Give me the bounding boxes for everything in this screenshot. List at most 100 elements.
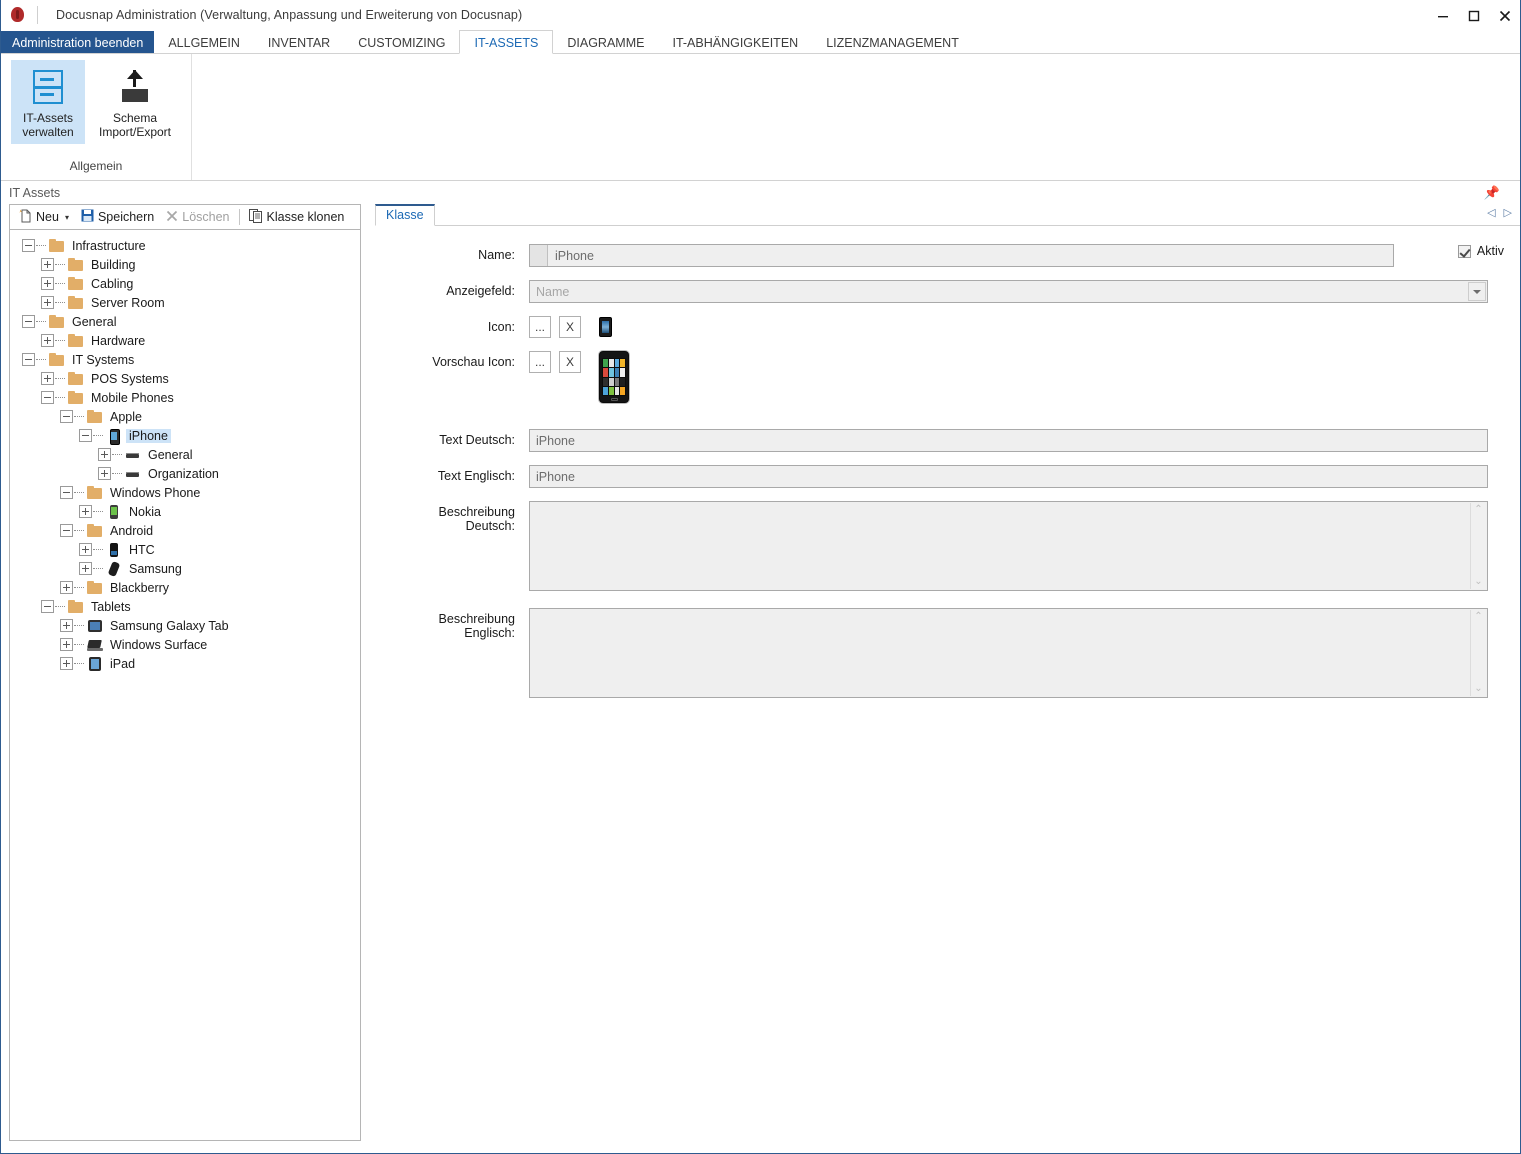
text-englisch-input[interactable]: iPhone xyxy=(529,465,1488,488)
maximize-button[interactable] xyxy=(1458,0,1489,31)
collapse-icon[interactable] xyxy=(41,391,54,404)
expand-icon[interactable] xyxy=(60,638,73,651)
tree-connector xyxy=(36,245,46,246)
chevron-down-icon[interactable]: ▾ xyxy=(65,213,69,222)
tree-item-htc[interactable]: HTC xyxy=(10,540,360,559)
collapse-icon[interactable] xyxy=(60,486,73,499)
tree-item-label: Windows Phone xyxy=(110,485,201,500)
tree-item-label: iPad xyxy=(110,656,136,671)
tree-item-blackberry[interactable]: Blackberry xyxy=(10,578,360,597)
tree-item-ipad[interactable]: iPad xyxy=(10,654,360,673)
scroll-up-icon[interactable]: ⌃ xyxy=(1474,612,1482,622)
scroll-down-icon[interactable]: ⌄ xyxy=(1474,577,1482,587)
tree-item-infrastructure[interactable]: Infrastructure xyxy=(10,236,360,255)
tab-customizing[interactable]: CUSTOMIZING xyxy=(344,31,459,54)
new-button[interactable]: Neu ▾ xyxy=(14,207,74,228)
tab-it-abhaengigkeiten[interactable]: IT-ABHÄNGIGKEITEN xyxy=(658,31,812,54)
tree-item-android[interactable]: Android xyxy=(10,521,360,540)
tree-item-server-room[interactable]: Server Room xyxy=(10,293,360,312)
tree-item-label: General xyxy=(148,447,193,462)
delete-button[interactable]: Löschen xyxy=(161,208,234,227)
tree-item-organization[interactable]: Organization xyxy=(10,464,360,483)
tab-allgemein[interactable]: ALLGEMEIN xyxy=(154,31,254,54)
pin-icon[interactable]: 📌 xyxy=(1484,185,1500,201)
clone-class-button[interactable]: Klasse klonen xyxy=(244,207,350,228)
scrollbar-vertical[interactable]: ⌃ ⌄ xyxy=(1470,503,1486,589)
tree-item-hardware[interactable]: Hardware xyxy=(10,331,360,350)
tree-item-label: Mobile Phones xyxy=(91,390,174,405)
expand-icon[interactable] xyxy=(41,296,54,309)
expand-icon[interactable] xyxy=(41,277,54,290)
expand-icon[interactable] xyxy=(41,372,54,385)
tree-item-tablets[interactable]: Tablets xyxy=(10,597,360,616)
name-input[interactable]: iPhone xyxy=(529,244,1394,267)
collapse-icon[interactable] xyxy=(79,429,92,442)
expand-icon[interactable] xyxy=(98,467,111,480)
tab-administration-beenden[interactable]: Administration beenden xyxy=(1,31,155,54)
collapse-icon[interactable] xyxy=(60,524,73,537)
tab-inventar[interactable]: INVENTAR xyxy=(254,31,344,54)
it-assets-tree[interactable]: Infrastructure Building Cabling Server Room… xyxy=(9,230,361,1141)
expand-icon[interactable] xyxy=(41,258,54,271)
tree-item-building[interactable]: Building xyxy=(10,255,360,274)
tab-it-assets[interactable]: IT-ASSETS xyxy=(459,30,554,54)
expand-icon[interactable] xyxy=(79,562,92,575)
collapse-icon[interactable] xyxy=(22,353,35,366)
nav-prev-icon[interactable]: ◁ xyxy=(1487,206,1495,219)
folder-icon xyxy=(68,257,84,273)
tab-klasse[interactable]: Klasse xyxy=(375,204,435,226)
tree-item-pos-systems[interactable]: POS Systems xyxy=(10,369,360,388)
minimize-button[interactable] xyxy=(1427,0,1458,31)
expand-icon[interactable] xyxy=(79,505,92,518)
tab-diagramme[interactable]: DIAGRAMME xyxy=(553,31,658,54)
collapse-icon[interactable] xyxy=(22,315,35,328)
tree-item-samsung-galaxy-tab[interactable]: Samsung Galaxy Tab xyxy=(10,616,360,635)
tree-item-general[interactable]: General xyxy=(10,312,360,331)
expand-icon[interactable] xyxy=(79,543,92,556)
tree-item-cabling[interactable]: Cabling xyxy=(10,274,360,293)
collapse-icon[interactable] xyxy=(22,239,35,252)
tree-item-windows-phone[interactable]: Windows Phone xyxy=(10,483,360,502)
tree-item-apple[interactable]: Apple xyxy=(10,407,360,426)
tree-item-nokia[interactable]: Nokia xyxy=(10,502,360,521)
folder-icon xyxy=(87,409,103,425)
expand-icon[interactable] xyxy=(60,619,73,632)
collapse-icon[interactable] xyxy=(60,410,73,423)
tree-item-mobile-phones[interactable]: Mobile Phones xyxy=(10,388,360,407)
tree-item-windows-surface[interactable]: Windows Surface xyxy=(10,635,360,654)
icon-browse-button[interactable]: ... xyxy=(529,316,551,338)
save-button[interactable]: Speichern xyxy=(76,207,159,227)
anzeigefeld-combobox[interactable]: Name xyxy=(529,280,1488,303)
text-deutsch-input[interactable]: iPhone xyxy=(529,429,1488,452)
it-assets-tree-pane: Neu ▾ Speichern Löschen Klasse klonen In… xyxy=(1,204,369,1151)
tree-item-it-systems[interactable]: IT Systems xyxy=(10,350,360,369)
delete-label: Löschen xyxy=(182,210,230,224)
expand-icon[interactable] xyxy=(60,657,73,670)
expand-icon[interactable] xyxy=(98,448,111,461)
folder-icon xyxy=(68,295,84,311)
scroll-down-icon[interactable]: ⌄ xyxy=(1474,684,1482,694)
form-row-beschreibung-deutsch: Beschreibung Deutsch: ⌃ ⌄ xyxy=(391,501,1504,591)
scroll-up-icon[interactable]: ⌃ xyxy=(1474,505,1482,515)
expand-icon[interactable] xyxy=(60,581,73,594)
scrollbar-vertical[interactable]: ⌃ ⌄ xyxy=(1470,610,1486,696)
tree-item-label: Blackberry xyxy=(110,580,170,595)
chevron-down-icon[interactable] xyxy=(1468,282,1486,301)
beschreibung-deutsch-textarea[interactable]: ⌃ ⌄ xyxy=(529,501,1488,591)
beschreibung-englisch-textarea[interactable]: ⌃ ⌄ xyxy=(529,608,1488,698)
tab-lizenzmanagement[interactable]: LIZENZMANAGEMENT xyxy=(812,31,973,54)
collapse-icon[interactable] xyxy=(41,600,54,613)
schema-import-export-button[interactable]: Schema Import/Export xyxy=(89,60,181,144)
aktiv-checkbox[interactable] xyxy=(1457,244,1471,258)
expand-icon[interactable] xyxy=(41,334,54,347)
tree-item-iphone[interactable]: iPhone xyxy=(10,426,360,445)
nav-next-icon[interactable]: ▷ xyxy=(1504,206,1512,219)
preview-browse-button[interactable]: ... xyxy=(529,351,551,373)
it-assets-verwalten-button[interactable]: IT-Assets verwalten xyxy=(11,60,85,144)
icon-clear-button[interactable]: X xyxy=(559,316,581,338)
tree-item-samsung[interactable]: Samsung xyxy=(10,559,360,578)
preview-clear-button[interactable]: X xyxy=(559,351,581,373)
aktiv-checkbox-wrapper[interactable]: Aktiv xyxy=(1457,244,1504,258)
tree-item-general[interactable]: General xyxy=(10,445,360,464)
close-button[interactable] xyxy=(1489,0,1520,31)
